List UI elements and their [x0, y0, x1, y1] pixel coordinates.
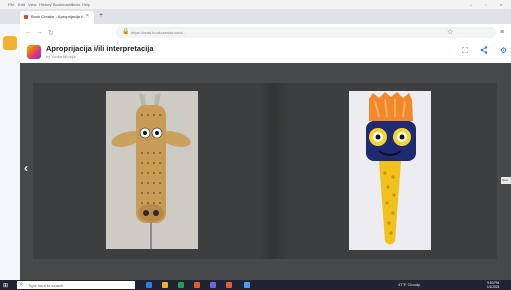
close-window-icon[interactable]: × — [500, 2, 502, 7]
taskbar-search-input: Type here to search — [28, 282, 64, 288]
menu-edit[interactable]: Edit — [18, 2, 25, 7]
taskbar-app-icon[interactable] — [244, 282, 250, 288]
menu-bar: File Edit View History Bookmarks Tools H… — [0, 0, 511, 9]
browser-tab[interactable]: Book Creator - Aproprijacija i/… × — [20, 11, 94, 24]
maximize-icon[interactable]: ▫ — [485, 2, 486, 7]
taskbar: ⊞ ⌕ Type here to search 47°F Cloudy 9:50… — [0, 280, 511, 290]
menu-tools[interactable]: Tools — [71, 2, 80, 7]
next-page-button[interactable]: Next — [501, 177, 511, 184]
weather-status[interactable]: 47°F Cloudy — [398, 282, 420, 287]
book-author: by Tonka Miožija — [46, 54, 76, 59]
address-bar[interactable]: 🔒 https://read.bookcreator.com/… ☆ — [116, 27, 496, 38]
taskbar-app-icon[interactable] — [226, 282, 232, 288]
book-viewer: ‹ Next — [20, 63, 511, 280]
windows-start-icon[interactable]: ⊞ — [3, 282, 8, 289]
clock-date: 1/1/2024 — [487, 285, 500, 289]
back-icon[interactable]: ← — [25, 29, 32, 36]
taskbar-app-icon[interactable] — [194, 282, 200, 288]
taskbar-search[interactable]: ⌕ Type here to search — [17, 281, 135, 289]
tab-close-icon[interactable]: × — [86, 13, 89, 19]
menu-bookmarks[interactable]: Bookmarks — [53, 2, 73, 7]
favicon-icon — [24, 15, 28, 19]
new-tab-button[interactable]: + — [99, 12, 103, 19]
share-icon[interactable] — [480, 46, 488, 56]
menu-file[interactable]: File — [8, 2, 14, 7]
menu-help[interactable]: Help — [82, 2, 90, 7]
left-sidebar — [0, 24, 20, 280]
search-icon: ⌕ — [20, 281, 23, 287]
taskbar-app-icon[interactable] — [178, 282, 184, 288]
bookmark-star-icon[interactable]: ☆ — [447, 28, 453, 36]
menu-view[interactable]: View — [28, 2, 37, 7]
book-creator-logo-icon — [27, 45, 41, 59]
book-title: Aproprijacija i/ili interpretacija — [46, 44, 154, 53]
taskbar-app-icon[interactable] — [162, 282, 168, 288]
settings-gear-icon[interactable]: ⚙ — [500, 46, 507, 55]
tab-title: Book Creator - Aproprijacija i/… — [31, 14, 88, 19]
page-photo-left — [106, 91, 198, 249]
url-text: https://read.bookcreator.com/… — [131, 30, 187, 35]
page-photo-right — [349, 91, 431, 250]
reload-icon[interactable]: ↻ — [48, 29, 54, 37]
address-row: ← → ↻ 🔒 https://read.bookcreator.com/… ☆… — [0, 24, 511, 42]
minimize-icon[interactable]: – — [470, 2, 472, 7]
previous-page-button[interactable]: ‹ — [24, 161, 28, 175]
clock[interactable]: 9:50 PM 1/1/2024 — [487, 281, 499, 289]
fullscreen-icon[interactable]: ⛶ — [462, 46, 468, 56]
lock-icon: 🔒 — [122, 29, 130, 35]
taskbar-app-icon[interactable] — [146, 282, 152, 288]
menu-history[interactable]: History — [39, 2, 51, 7]
next-page-label: Next — [502, 178, 509, 182]
taskbar-app-icon[interactable] — [210, 282, 216, 288]
forward-icon[interactable]: → — [36, 29, 43, 36]
menu-icon[interactable]: ≡ — [500, 29, 504, 36]
sidebar-app-icon[interactable] — [3, 36, 17, 50]
book-header: Aproprijacija i/ili interpretacija by To… — [20, 41, 511, 63]
page-fold — [259, 83, 289, 259]
